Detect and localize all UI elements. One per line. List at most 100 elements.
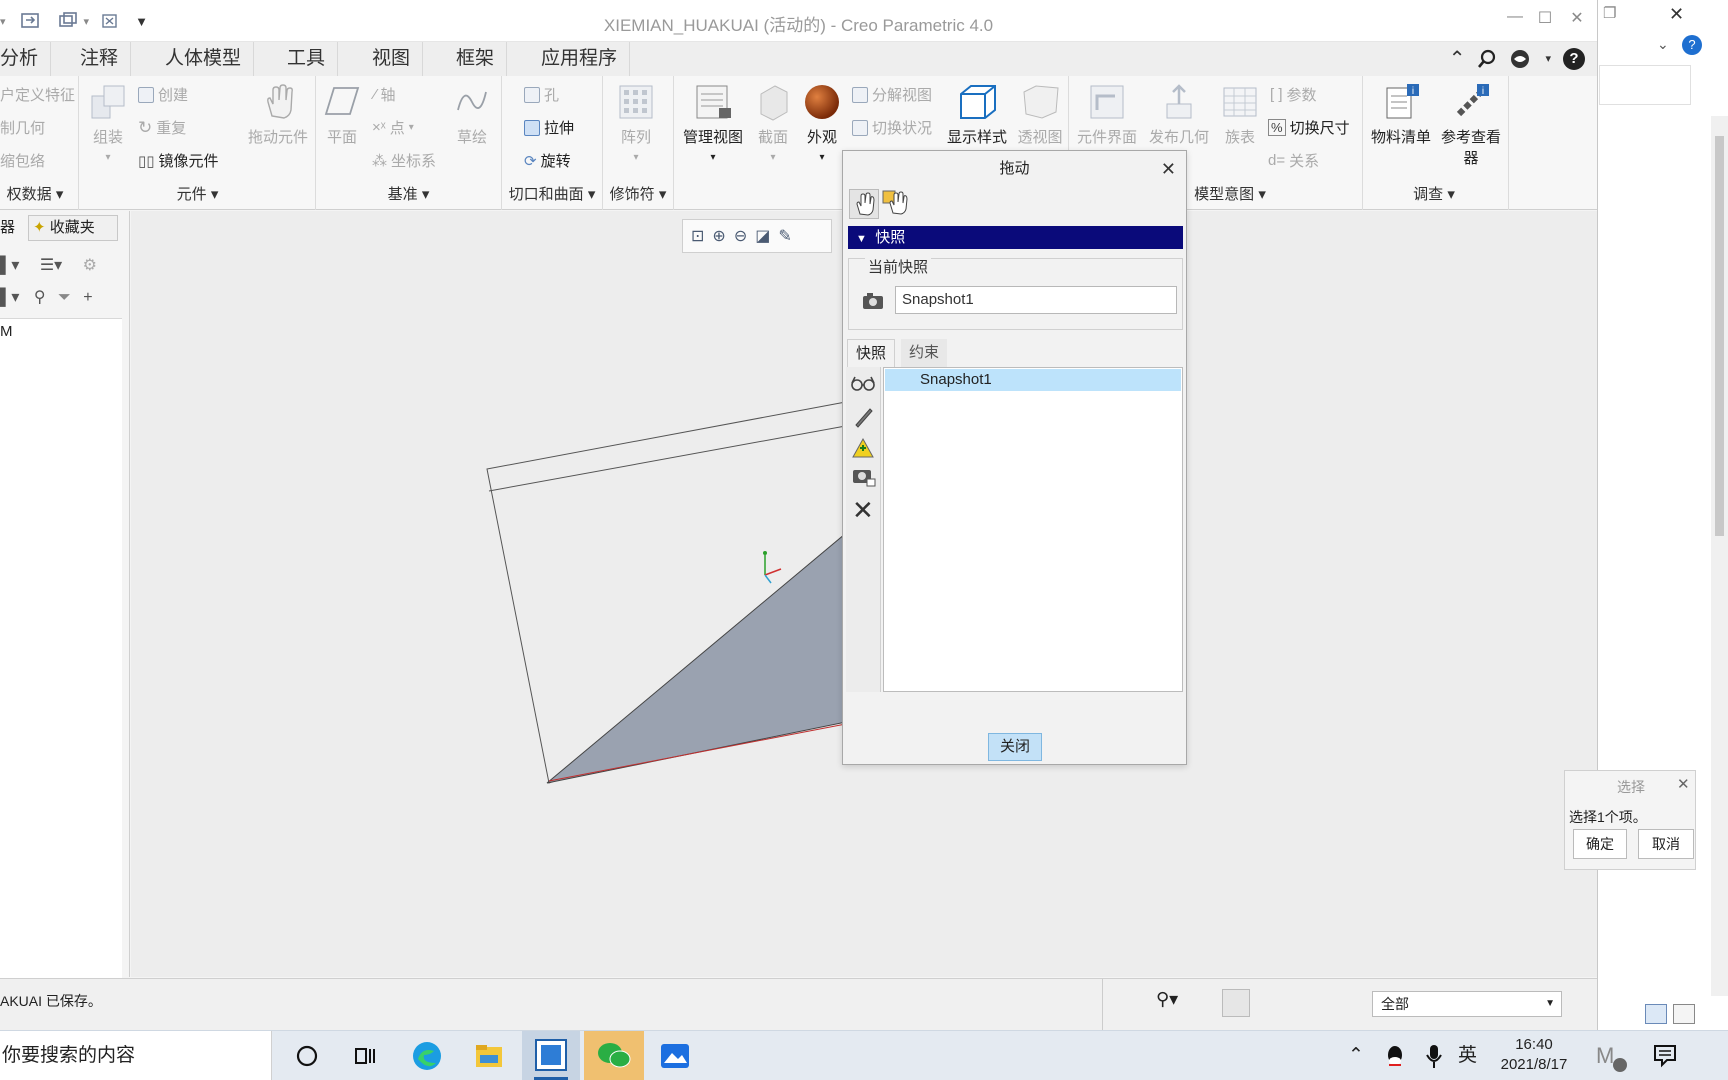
tab-analysis[interactable]: 分析 — [0, 42, 52, 76]
community-icon[interactable] — [1509, 49, 1533, 69]
repaint-icon[interactable]: ◪ — [755, 226, 770, 246]
edge-icon[interactable] — [410, 1039, 444, 1073]
body-drag-icon[interactable] — [881, 189, 911, 219]
scrollbar[interactable] — [1711, 116, 1728, 996]
svg-text:i: i — [1482, 86, 1484, 97]
group-label-data[interactable]: 权数据 ▾ — [0, 183, 70, 205]
close-icon[interactable]: ✕ — [1677, 775, 1690, 793]
mirror-component-button[interactable]: ▯▯ 镜像元件 — [138, 150, 219, 171]
reference-viewer-button[interactable]: i 参考查看器 — [1438, 82, 1504, 168]
qq-icon[interactable] — [1384, 1031, 1406, 1080]
minimize-icon[interactable]: — — [1500, 8, 1530, 32]
cancel-button[interactable]: 取消 — [1638, 829, 1694, 859]
refit-icon[interactable]: ⊡ — [691, 226, 704, 246]
tree-settings-icon[interactable]: ▌▾ — [0, 257, 19, 274]
wechat-icon — [598, 1043, 631, 1068]
delete-snapshot-icon[interactable]: ✕ — [852, 497, 874, 523]
snapshots-section-header[interactable]: ▼ 快照 — [848, 226, 1183, 249]
clock[interactable]: 16:40 2021/8/17 — [1494, 1035, 1574, 1075]
snapshot-camera-icon[interactable] — [851, 465, 877, 491]
revolve-button[interactable]: ⟳ 旋转 — [524, 150, 571, 171]
bom-button[interactable]: i 物料清单 — [1368, 82, 1434, 147]
parameters-label: 参数 — [1286, 87, 1317, 104]
creo-task[interactable] — [522, 1031, 580, 1080]
tree-list-icon[interactable]: ☰▾ — [40, 257, 62, 274]
display-style-label: 显示样式 — [946, 129, 1007, 146]
coord-system-icon: ⁂ — [372, 152, 387, 170]
snapshot-list[interactable]: Snapshot1 — [883, 367, 1183, 692]
view-orient-icon[interactable]: ✎ — [778, 226, 791, 246]
view-snapshot-icon[interactable] — [850, 373, 876, 397]
snapshot-name-input[interactable]: Snapshot1 — [895, 286, 1177, 314]
appearance-button[interactable]: 外观 ▾ — [800, 82, 844, 164]
display-style-button[interactable]: 显示样式 — [946, 82, 1008, 147]
wechat-task[interactable] — [584, 1031, 644, 1080]
tab-view[interactable]: 视图 — [360, 42, 424, 76]
filter-select[interactable]: 全部 ▼ — [1372, 991, 1562, 1017]
point-drag-icon[interactable] — [849, 189, 879, 219]
selection-icon[interactable] — [1222, 989, 1250, 1017]
zoom-out-icon[interactable]: ⊖ — [734, 226, 747, 246]
tab-snapshots[interactable]: 快照 — [847, 339, 896, 367]
group-label-cuts-surfaces[interactable]: 切口和曲面 ▾ — [502, 183, 602, 205]
cortana-icon[interactable] — [290, 1039, 324, 1073]
group-label-component[interactable]: 元件 ▾ — [80, 183, 315, 205]
tab-constraints[interactable]: 约束 — [901, 339, 948, 367]
group-label-modifiers[interactable]: 修饰符 ▾ — [603, 183, 673, 205]
close-icon[interactable]: ✕ — [1562, 8, 1592, 32]
help-icon[interactable]: ? — [1563, 47, 1585, 70]
take-snapshot-icon[interactable] — [861, 291, 885, 315]
filter-icon[interactable]: ⏷ — [58, 289, 71, 306]
show-hidden-icons[interactable]: ⌃ — [1348, 1031, 1364, 1080]
search-icon[interactable] — [1477, 49, 1497, 69]
list-view-icon[interactable] — [1645, 1004, 1667, 1024]
group-label-cuts-surfaces-text: 切口和曲面 — [508, 186, 584, 203]
tree-dropdown-icon[interactable]: ▌▾ — [0, 289, 19, 306]
community-dropdown-icon[interactable]: ▾ — [1545, 52, 1551, 65]
section-icon — [760, 85, 788, 121]
collapse-ribbon-icon[interactable]: ⌃ — [1449, 46, 1466, 71]
add-icon[interactable]: + — [83, 289, 92, 306]
microphone-icon[interactable] — [1424, 1031, 1444, 1080]
tab-favorites[interactable]: ✦ 收藏夹 — [28, 215, 118, 241]
scrollbar-thumb[interactable] — [1715, 136, 1724, 536]
photos-icon[interactable] — [658, 1039, 692, 1073]
collapse-icon: ▼ — [856, 233, 867, 245]
detail-view-icon[interactable] — [1673, 1004, 1695, 1024]
tab-applications[interactable]: 应用程序 — [529, 42, 631, 76]
update-snapshot-icon[interactable] — [851, 437, 875, 463]
secondary-input[interactable] — [1599, 65, 1691, 105]
binoculars-icon[interactable]: ⚲ — [34, 289, 46, 306]
help-icon[interactable]: ? — [1682, 35, 1702, 55]
tab-tools[interactable]: 工具 — [275, 42, 339, 76]
extrude-button[interactable]: 拉伸 — [524, 117, 574, 138]
list-item[interactable]: Snapshot1 — [885, 369, 1181, 391]
app-badge-icon[interactable]: M — [1594, 1031, 1628, 1080]
manage-views-button[interactable]: 管理视图 ▾ — [680, 82, 746, 164]
close-icon[interactable]: ✕ — [1669, 4, 1684, 25]
tree-item[interactable]: M — [0, 323, 13, 340]
tab-framework[interactable]: 框架 — [444, 42, 508, 76]
restore-icon[interactable]: ❐ — [1603, 4, 1616, 22]
group-label-model-intent[interactable]: 模型意图 ▾ — [1180, 183, 1280, 205]
edit-snapshot-icon[interactable] — [852, 405, 874, 433]
tab-model-tree[interactable]: 器 — [0, 215, 15, 241]
ok-button[interactable]: 确定 — [1573, 829, 1627, 859]
taskbar-search-input[interactable]: 你要搜索的内容 — [0, 1031, 272, 1080]
file-explorer-icon[interactable] — [472, 1039, 506, 1073]
close-icon[interactable]: ✕ — [1161, 159, 1176, 180]
maximize-icon[interactable]: ☐ — [1530, 8, 1560, 32]
group-label-investigate[interactable]: 调查 ▾ — [1364, 183, 1504, 205]
tab-manikin[interactable]: 人体模型 — [153, 42, 255, 76]
switch-dimensions-button[interactable]: % 切换尺寸 — [1268, 117, 1350, 138]
group-label-datum[interactable]: 基准 ▾ — [316, 183, 501, 205]
close-button[interactable]: 关闭 — [988, 733, 1042, 761]
tab-annotate[interactable]: 注释 — [68, 42, 132, 76]
chevron-down-icon[interactable]: ⌄ — [1657, 36, 1669, 53]
task-view-icon[interactable] — [348, 1039, 382, 1073]
zoom-in-icon[interactable]: ⊕ — [712, 226, 725, 246]
find-icon[interactable]: ⚲▾ — [1156, 989, 1206, 1017]
notifications-icon[interactable] — [1652, 1031, 1678, 1080]
perspective-button: 透视图 — [1016, 82, 1064, 147]
ime-indicator[interactable]: 英 — [1458, 1031, 1477, 1080]
